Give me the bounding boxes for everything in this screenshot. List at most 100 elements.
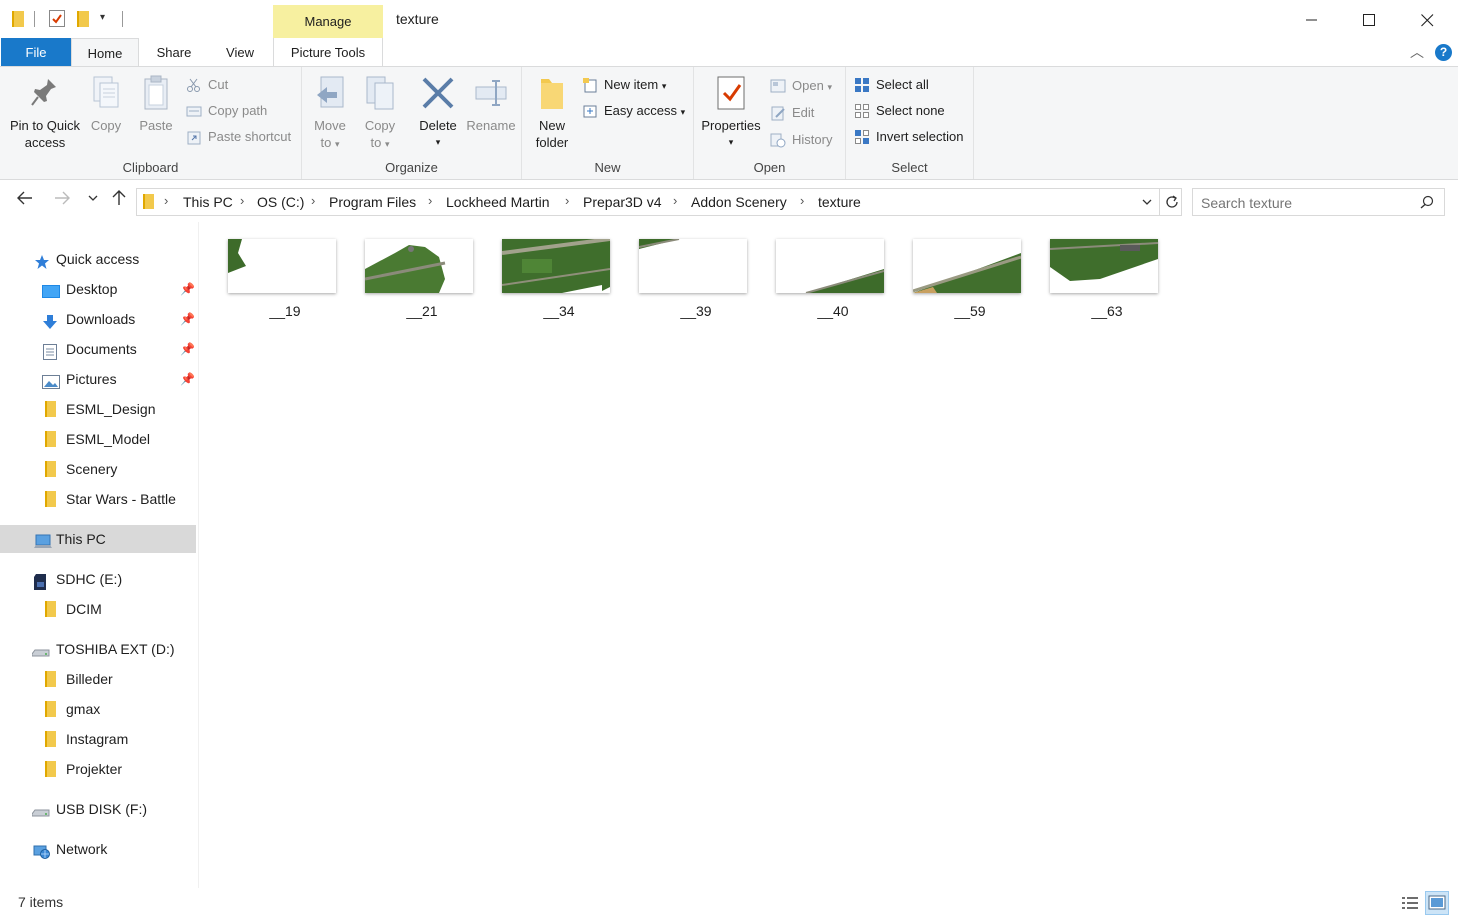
large-icons-view-button[interactable] xyxy=(1425,891,1449,915)
nav-pictures[interactable]: Pictures 📌 xyxy=(0,365,196,393)
thumbnail[interactable] xyxy=(1050,239,1158,293)
search-box[interactable] xyxy=(1192,188,1445,216)
nav-folder-scenery[interactable]: Scenery xyxy=(0,455,196,483)
help-icon[interactable]: ? xyxy=(1435,44,1452,61)
file-name[interactable]: __39 xyxy=(642,303,750,319)
paste-shortcut-button[interactable]: Paste shortcut xyxy=(186,127,291,147)
delete-button[interactable]: Delete ▾ xyxy=(414,73,462,151)
nav-folder-projekter[interactable]: Projekter xyxy=(0,755,196,783)
tab-share[interactable]: Share xyxy=(146,38,202,67)
thumbnail[interactable] xyxy=(502,239,610,293)
properties-qat-icon[interactable] xyxy=(49,10,65,27)
new-folder-qat-icon[interactable] xyxy=(77,11,89,27)
invert-selection-button[interactable]: Invert selection xyxy=(854,127,963,147)
nav-downloads[interactable]: Downloads 📌 xyxy=(0,305,196,333)
nav-sdhc-drive[interactable]: SDHC (E:) xyxy=(0,565,196,593)
minimize-button[interactable] xyxy=(1283,0,1341,38)
copy-to-button[interactable]: Copy to ▾ xyxy=(358,73,402,153)
new-item-button[interactable]: New item ▾ xyxy=(582,75,666,95)
copy-path-button[interactable]: Copy path xyxy=(186,101,267,121)
new-folder-button[interactable]: New folder xyxy=(528,73,576,151)
breadcrumb-this-pc[interactable]: This PC xyxy=(183,194,233,210)
nav-usb-drive[interactable]: USB DISK (F:) xyxy=(0,795,196,823)
select-none-button[interactable]: Select none xyxy=(854,101,945,121)
file-name[interactable]: __63 xyxy=(1053,303,1161,319)
nav-documents[interactable]: Documents 📌 xyxy=(0,335,196,363)
properties-button[interactable]: Properties ▾ xyxy=(698,73,764,151)
nav-quick-access[interactable]: Quick access xyxy=(0,245,196,273)
address-bar[interactable]: › This PC › OS (C:) › Program Files › Lo… xyxy=(136,188,1182,216)
move-to-button[interactable]: Move to ▾ xyxy=(308,73,352,153)
details-view-button[interactable] xyxy=(1398,891,1422,915)
tab-picture-tools[interactable]: Picture Tools xyxy=(273,38,383,67)
select-all-button[interactable]: Select all xyxy=(854,75,929,95)
thumbnail[interactable] xyxy=(776,239,884,293)
pin-icon: 📌 xyxy=(180,342,195,356)
breadcrumb-texture[interactable]: texture xyxy=(818,194,861,210)
nav-folder-esml-design[interactable]: ESML_Design xyxy=(0,395,196,423)
nav-folder-dcim[interactable]: DCIM xyxy=(0,595,196,623)
breadcrumb-prepar3d[interactable]: Prepar3D v4 xyxy=(583,194,662,210)
forward-button[interactable] xyxy=(53,189,71,212)
nav-folder-billeder[interactable]: Billeder xyxy=(0,665,196,693)
tab-view[interactable]: View xyxy=(212,38,268,67)
breadcrumb-lockheed-martin[interactable]: Lockheed Martin xyxy=(446,194,550,210)
nav-folder-gmax[interactable]: gmax xyxy=(0,695,196,723)
pin-to-quick-access-button[interactable]: Pin to Quick access xyxy=(4,73,86,151)
file-name[interactable]: __19 xyxy=(231,303,339,319)
nav-toshiba-drive[interactable]: TOSHIBA EXT (D:) xyxy=(0,635,196,663)
file-name[interactable]: __40 xyxy=(779,303,887,319)
copy-button[interactable]: Copy xyxy=(86,73,126,134)
nav-desktop[interactable]: Desktop 📌 xyxy=(0,275,196,303)
paste-button[interactable]: Paste xyxy=(134,73,178,134)
thumbnail[interactable] xyxy=(365,239,473,293)
window-title: texture xyxy=(396,11,439,27)
easy-access-button[interactable]: Easy access ▾ xyxy=(582,101,685,121)
history-button[interactable]: History xyxy=(770,130,832,150)
thumbnail[interactable] xyxy=(913,239,1021,293)
nav-folder-esml-model[interactable]: ESML_Model xyxy=(0,425,196,453)
breadcrumb-program-files[interactable]: Program Files xyxy=(329,194,416,210)
address-dropdown-icon[interactable] xyxy=(1141,196,1153,211)
thumbnail[interactable] xyxy=(228,239,336,293)
close-button[interactable] xyxy=(1398,0,1456,38)
chevron-right-icon[interactable]: › xyxy=(428,193,432,208)
back-button[interactable] xyxy=(16,189,34,212)
chevron-right-icon[interactable]: › xyxy=(164,193,168,208)
thumbnail[interactable] xyxy=(639,239,747,293)
chevron-right-icon[interactable]: › xyxy=(800,193,804,208)
file-name[interactable]: __34 xyxy=(505,303,613,319)
rename-button[interactable]: Rename xyxy=(466,73,516,134)
file-name[interactable]: __21 xyxy=(368,303,476,319)
breadcrumb-addon-scenery[interactable]: Addon Scenery xyxy=(691,194,787,210)
chevron-right-icon[interactable]: › xyxy=(565,193,569,208)
breadcrumb-os-c[interactable]: OS (C:) xyxy=(257,194,304,210)
nav-folder-star-wars[interactable]: Star Wars - Battle xyxy=(0,485,196,513)
open-button[interactable]: Open ▾ xyxy=(770,76,832,96)
collapse-ribbon-icon[interactable]: ︿ xyxy=(1410,42,1424,62)
chevron-right-icon[interactable]: › xyxy=(311,193,315,208)
file-name[interactable]: __59 xyxy=(916,303,1024,319)
recent-locations-button[interactable] xyxy=(87,191,99,210)
delete-dropdown-icon[interactable]: ▾ xyxy=(414,134,462,151)
search-input[interactable] xyxy=(1201,194,1411,212)
maximize-button[interactable] xyxy=(1340,0,1398,38)
tab-manage[interactable]: Manage xyxy=(273,5,383,38)
nav-folder-instagram[interactable]: Instagram xyxy=(0,725,196,753)
nav-this-pc[interactable]: This PC xyxy=(0,525,196,553)
edit-button[interactable]: Edit xyxy=(770,103,814,123)
properties-dropdown-icon[interactable]: ▾ xyxy=(698,134,764,151)
close-icon xyxy=(1420,13,1433,27)
tab-home[interactable]: Home xyxy=(71,38,139,67)
chevron-right-icon[interactable]: › xyxy=(240,193,244,208)
cut-button[interactable]: Cut xyxy=(186,75,228,95)
customize-qat-icon[interactable]: ▾ xyxy=(100,12,105,23)
refresh-icon[interactable] xyxy=(1159,189,1182,215)
drive-icon xyxy=(31,641,50,657)
search-icon[interactable] xyxy=(1420,195,1434,212)
chevron-right-icon[interactable]: › xyxy=(673,193,677,208)
nav-network[interactable]: Network xyxy=(0,835,196,863)
nav-label: Network xyxy=(56,841,108,857)
tab-file[interactable]: File xyxy=(1,38,71,67)
up-button[interactable] xyxy=(110,189,128,212)
